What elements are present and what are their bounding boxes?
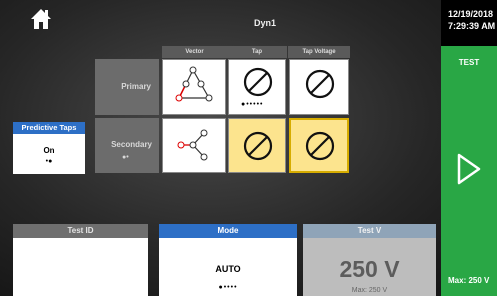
column-header-tap-voltage: Tap Voltage bbox=[288, 46, 350, 58]
row-header-secondary[interactable]: Secondary ●• bbox=[95, 118, 159, 173]
tap-position-dots: ●••••• bbox=[241, 101, 264, 108]
page-title: Dyn1 bbox=[253, 18, 276, 28]
wye-vector-icon bbox=[177, 129, 208, 161]
test-max-label: Max: 250 V bbox=[448, 276, 490, 285]
test-button[interactable]: TEST Max: 250 V bbox=[441, 46, 497, 296]
test-voltage-max: Max: 250 V bbox=[351, 287, 388, 294]
test-voltage-header: Test V bbox=[303, 224, 436, 238]
secondary-vector-cell[interactable] bbox=[162, 118, 226, 173]
disabled-icon bbox=[305, 131, 335, 161]
row-label-secondary: Secondary bbox=[111, 140, 152, 149]
primary-vector-cell[interactable] bbox=[162, 59, 226, 115]
primary-tap-voltage-cell[interactable] bbox=[289, 59, 349, 115]
predictive-taps-header: Predictive Taps bbox=[13, 122, 85, 134]
home-button[interactable] bbox=[30, 8, 52, 30]
primary-tap-cell[interactable]: ●••••• bbox=[228, 59, 286, 115]
predictive-taps-dots: •● bbox=[45, 158, 53, 165]
mode-header: Mode bbox=[159, 224, 297, 238]
test-label: TEST bbox=[458, 58, 480, 67]
row-label-primary: Primary bbox=[121, 82, 151, 91]
date-label: 12/19/2018 bbox=[448, 9, 494, 19]
column-header-vector: Vector bbox=[162, 46, 227, 58]
mode-value: AUTO bbox=[215, 264, 241, 274]
row-header-primary: Primary bbox=[95, 59, 159, 115]
test-id-header: Test ID bbox=[13, 224, 148, 238]
delta-vector-icon bbox=[175, 66, 213, 102]
predictive-taps-toggle[interactable]: On •● bbox=[13, 134, 85, 174]
mode-page-dots: ●•••• bbox=[218, 284, 238, 291]
secondary-tap-voltage-cell[interactable] bbox=[289, 118, 349, 173]
test-voltage-field[interactable]: 250 V Max: 250 V bbox=[303, 238, 436, 296]
test-id-field[interactable] bbox=[13, 238, 148, 296]
home-icon bbox=[31, 9, 51, 29]
play-icon bbox=[457, 153, 481, 185]
clock: 12/19/2018 7:29:39 AM bbox=[441, 0, 497, 46]
time-label: 7:29:39 AM bbox=[448, 21, 496, 31]
secondary-page-dots: ●• bbox=[122, 154, 129, 161]
secondary-tap-cell[interactable] bbox=[228, 118, 286, 173]
column-header-tap: Tap bbox=[227, 46, 287, 58]
mode-selector[interactable]: AUTO ●•••• bbox=[159, 238, 297, 296]
disabled-icon bbox=[305, 69, 335, 99]
test-voltage-value: 250 V bbox=[339, 256, 400, 282]
disabled-icon bbox=[243, 131, 273, 161]
predictive-taps-value: On bbox=[43, 146, 55, 155]
disabled-icon bbox=[243, 67, 273, 97]
